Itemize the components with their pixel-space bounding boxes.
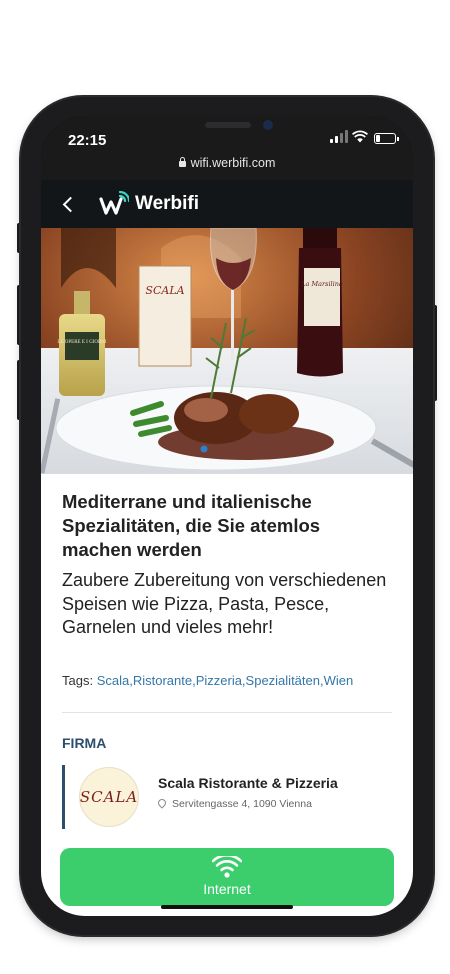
back-button[interactable] — [59, 193, 79, 215]
power-button — [433, 305, 437, 401]
company-card[interactable]: SCALA Scala Ristorante & Pizzeria Servit… — [62, 765, 395, 829]
company-section-label: FIRMA — [62, 735, 107, 751]
company-name: Scala Ristorante & Pizzeria — [158, 775, 338, 791]
front-camera — [263, 120, 273, 130]
app-bar: Werbifi — [41, 180, 413, 228]
company-address: Servitengasse 4, 1090 Vienna — [172, 798, 312, 810]
home-indicator[interactable] — [161, 905, 293, 909]
battery-icon — [374, 133, 399, 144]
page-content: LE OPERE E I GIORNI SCALA La Marsilina M… — [41, 228, 413, 916]
oil-label-text: LE OPERE E I GIORNI — [57, 340, 106, 345]
browser-url[interactable]: wifi.werbifi.com — [41, 156, 413, 170]
menu-card-text: SCALA — [145, 284, 184, 297]
brand-name: Werbifi — [135, 193, 200, 214]
article-description: Zaubere Zubereitung von verschiedenen Sp… — [62, 570, 387, 637]
wifi-icon — [212, 856, 242, 878]
carousel-dot-active[interactable] — [200, 445, 208, 453]
brand-logo: Werbifi — [99, 190, 199, 218]
tags-row: Tags: Scala,Ristorante,Pizzeria,Speziali… — [62, 673, 353, 688]
phone-screen: 22:15 wifi.werbifi.com Werbifi LE OPERE … — [41, 116, 413, 916]
werbifi-logo-icon — [99, 191, 129, 215]
tags-label: Tags: — [62, 673, 94, 688]
url-text: wifi.werbifi.com — [190, 156, 276, 170]
article-title: Mediterrane und italienische Spezialität… — [62, 491, 321, 560]
location-pin-icon — [156, 797, 168, 809]
company-address-row: Servitengasse 4, 1090 Vienna — [156, 797, 312, 810]
status-bar: 22:15 wifi.werbifi.com — [41, 116, 413, 180]
hero-image[interactable]: LE OPERE E I GIORNI SCALA La Marsilina — [41, 228, 413, 474]
speaker-grille — [205, 122, 251, 128]
wifi-status-icon — [352, 130, 368, 143]
wine-label-text: La Marsilina — [300, 280, 343, 288]
company-logo: SCALA — [79, 767, 139, 827]
internet-button-label: Internet — [203, 881, 251, 897]
tags-links[interactable]: Scala,Ristorante,Pizzeria,Spezialitäten,… — [97, 673, 354, 688]
internet-button[interactable]: Internet — [60, 848, 394, 906]
divider — [62, 712, 392, 713]
status-time: 22:15 — [68, 132, 107, 149]
company-logo-text: SCALA — [79, 788, 139, 806]
lock-icon — [178, 157, 186, 167]
restaurant-dish-photo: LE OPERE E I GIORNI SCALA La Marsilina — [41, 228, 413, 474]
